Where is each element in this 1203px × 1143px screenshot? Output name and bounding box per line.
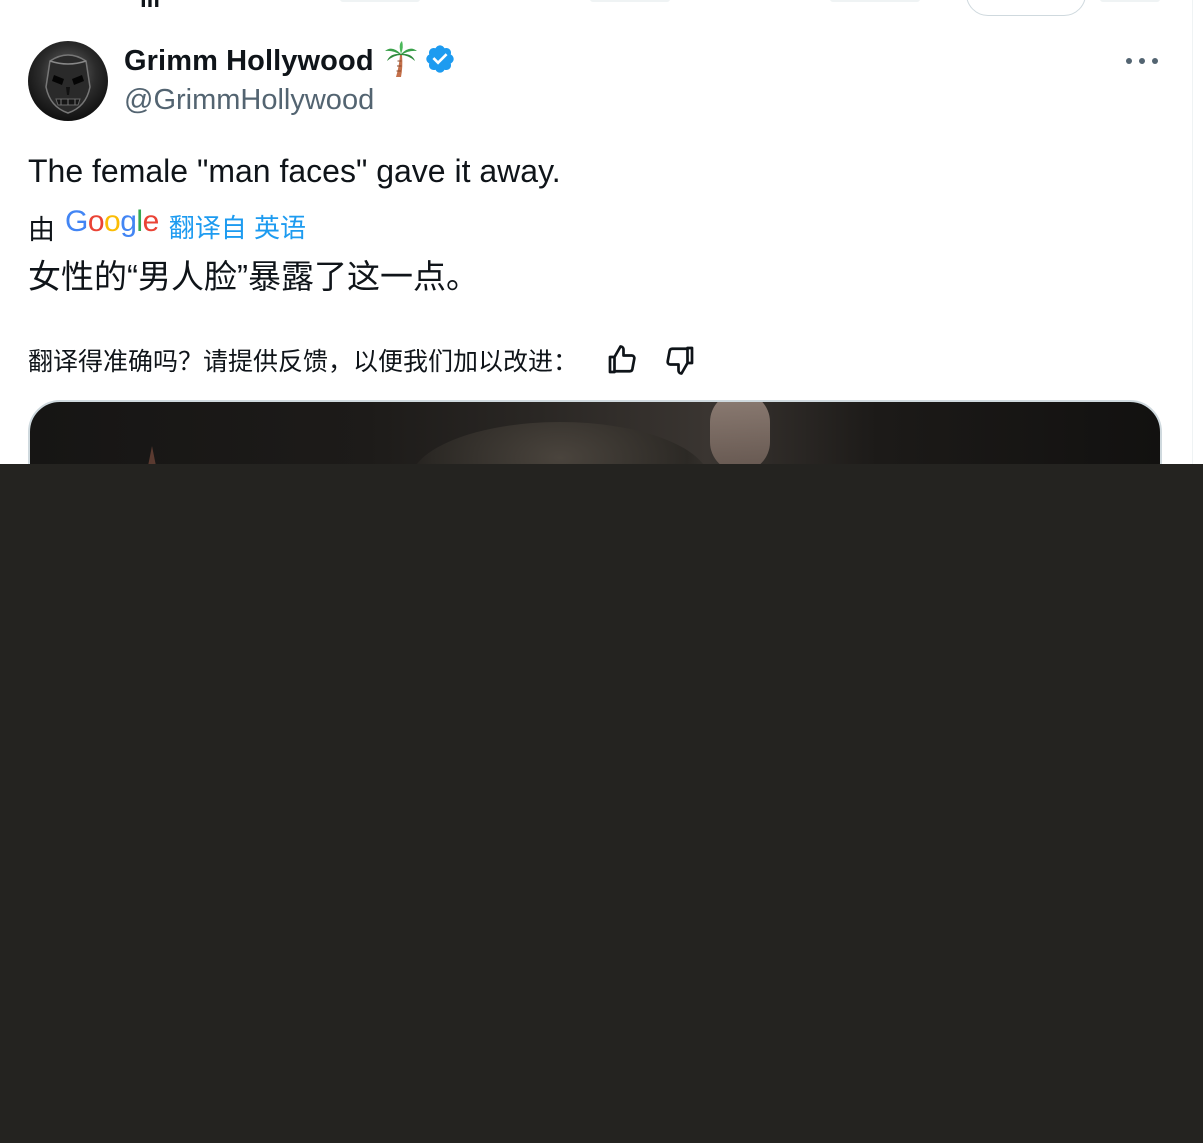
author-handle[interactable]: @GrimmHollywood — [124, 84, 374, 117]
google-logo-letter: o — [87, 205, 105, 238]
feedback-question: 翻译得准确吗？请提供反馈，以便我们加以改进： — [28, 348, 579, 376]
verified-badge-icon[interactable] — [424, 43, 456, 80]
dark-overlay — [0, 464, 1203, 1143]
tweet-page: ııı Grimm Hollywood — [0, 0, 1203, 1143]
tweet-text: The female "man faces" gave it away. — [28, 153, 561, 189]
google-logo: Google — [65, 205, 159, 239]
thumbs-down-icon[interactable] — [662, 342, 698, 378]
follow-button-cut-off[interactable] — [966, 0, 1086, 16]
translation-feedback: 翻译得准确吗？请提供反馈，以便我们加以改进： — [28, 340, 698, 380]
translation-attribution: 由 Google 翻译自 英语 — [28, 204, 306, 245]
thumbs-up-icon[interactable] — [604, 342, 640, 378]
google-logo-letter: g — [120, 205, 137, 238]
cut-off-item — [1100, 0, 1160, 2]
cut-off-item — [340, 0, 420, 2]
avatar[interactable] — [28, 41, 108, 121]
palm-tree-icon — [384, 40, 418, 82]
google-logo-letter: o — [104, 205, 121, 238]
column-divider — [1192, 0, 1193, 464]
author-name-row: Grimm Hollywood — [124, 40, 456, 82]
previous-toolbar-strip: ııı — [0, 0, 1203, 16]
cut-off-item — [590, 0, 670, 2]
translated-by-label: 由 — [28, 214, 55, 245]
more-options-icon[interactable] — [1122, 46, 1162, 76]
cut-off-item — [830, 0, 920, 2]
cut-off-icon: ııı — [140, 0, 160, 14]
google-logo-letter: G — [65, 205, 88, 238]
translated-from-link[interactable]: 翻译自 英语 — [169, 208, 306, 245]
translated-tweet-text: 女性的“男人脸”暴露了这一点。 — [28, 258, 479, 295]
google-logo-letter: e — [142, 205, 160, 238]
media-figure — [710, 402, 770, 472]
masked-face-icon — [45, 54, 91, 114]
author-display-name[interactable]: Grimm Hollywood — [124, 45, 374, 78]
